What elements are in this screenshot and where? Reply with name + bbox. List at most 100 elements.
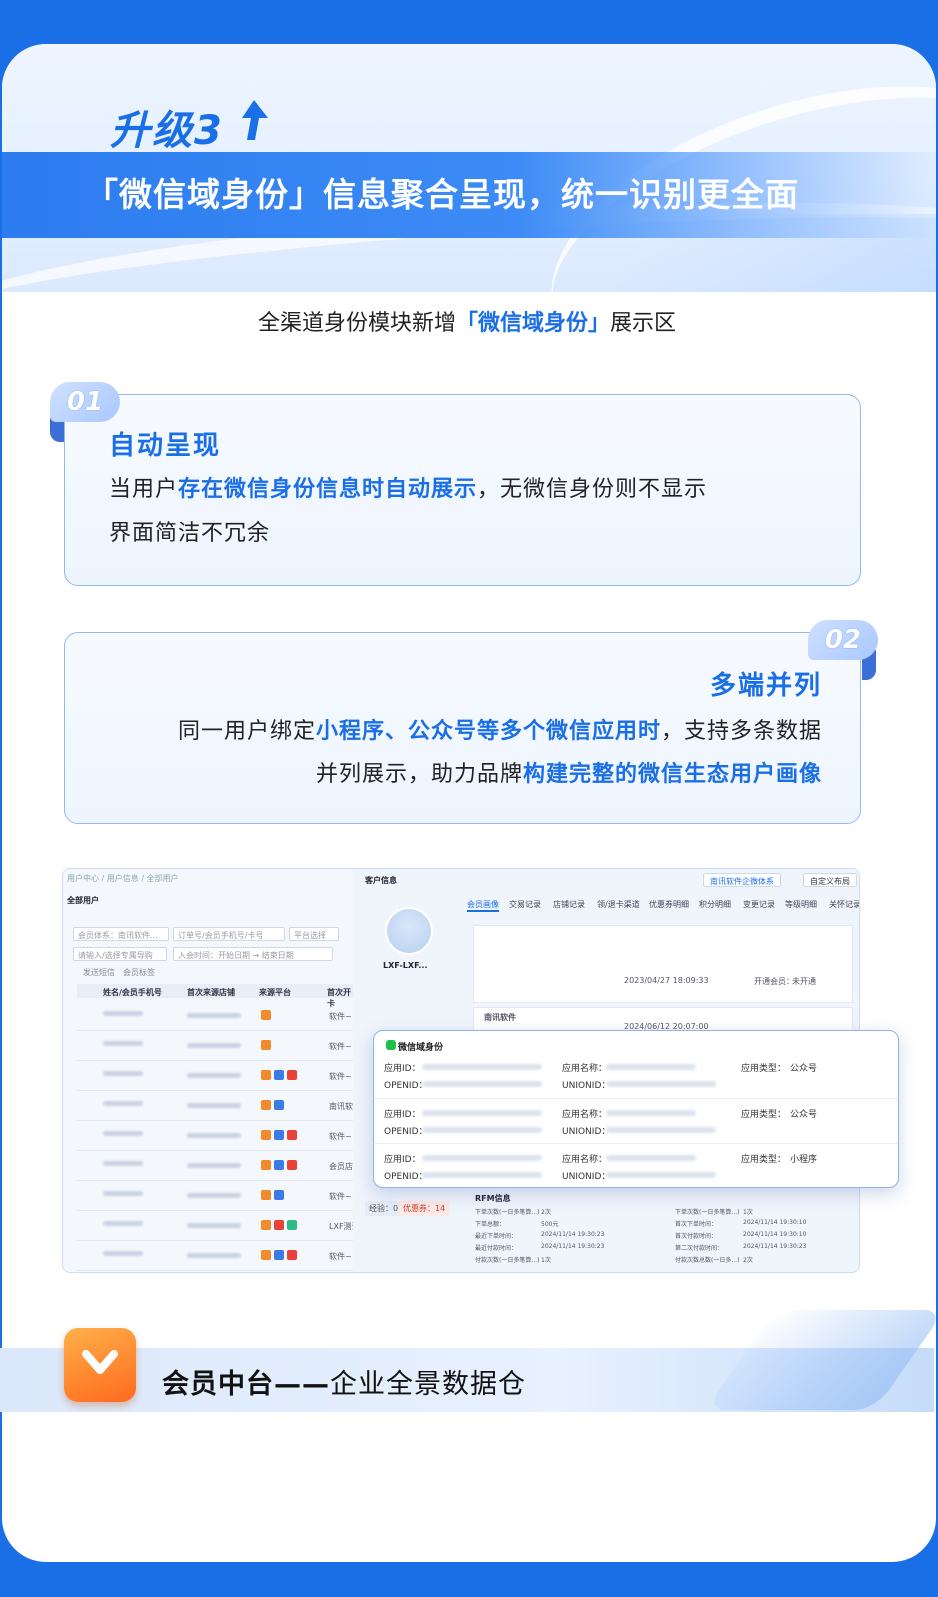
app-type-value: 公众号 xyxy=(790,1110,818,1120)
guide-select[interactable]: 请输入/选择专属导购 xyxy=(73,947,167,961)
feature-line: 界面简洁不冗余 xyxy=(109,521,271,546)
wechat-app-row: 应用ID： 应用名称： 应用类型： 公众号 OPENID： UNIONID： xyxy=(374,1053,898,1098)
send-sms-link[interactable]: 发送短信 xyxy=(83,967,115,978)
open-member-label: 开通会员： xyxy=(754,977,794,986)
wechat-app-row: 应用ID： 应用名称： 应用类型： 小程序 OPENID： UNIONID： xyxy=(374,1143,898,1188)
source-shop: 软件~ xyxy=(329,1012,352,1021)
rfm-label: 最近下单时间： xyxy=(475,1233,518,1240)
intro-highlight: 「微信域身份」 xyxy=(455,311,610,336)
source-shop: 会员店 xyxy=(329,1162,353,1171)
column-header: 姓名/会员手机号 xyxy=(103,988,162,997)
feature-number-badge: 01 xyxy=(50,382,120,422)
rfm-value: 2024/11/14 19:30:23 xyxy=(541,1231,605,1238)
rfm-label: 下单总额： xyxy=(475,1221,506,1228)
platform-icon xyxy=(261,1100,271,1110)
feature-box-auto: 自动呈现 当用户存在微信身份信息时自动展示，无微信身份则不显示 界面简洁不冗余 xyxy=(64,394,861,586)
org-switch-select[interactable]: 南讯软件企微体系 xyxy=(703,873,781,887)
open-member-value: 未开通 xyxy=(792,977,816,986)
table-row[interactable]: 南讯软件 xyxy=(77,1091,361,1121)
tab-changes[interactable]: 变更记录 xyxy=(743,899,775,910)
org-select[interactable]: 会员体系：南讯软件... xyxy=(73,927,169,941)
breadcrumb[interactable]: 用户中心 / 用户信息 / 全部用户 xyxy=(67,873,179,884)
platform-icon xyxy=(261,1010,271,1020)
platform-icon xyxy=(261,1190,271,1200)
page-title: 全部用户 xyxy=(67,896,99,905)
unionid-label: UNIONID： xyxy=(562,1127,611,1137)
tab-shops[interactable]: 店铺记录 xyxy=(553,899,585,910)
tab-points[interactable]: 积分明细 xyxy=(699,899,731,910)
table-row[interactable]: 会员店 xyxy=(77,1151,353,1181)
date-range-input[interactable]: 入会时间：开始日期 → 结束日期 xyxy=(173,947,333,961)
unionid-label: UNIONID： xyxy=(562,1172,611,1182)
tab-coupons[interactable]: 优惠券明细 xyxy=(649,899,689,910)
rfm-value: 2次 xyxy=(541,1209,551,1216)
openid-label: OPENID： xyxy=(384,1172,428,1182)
table-row[interactable]: 软件~ xyxy=(77,1001,353,1031)
platform-icon xyxy=(274,1220,284,1230)
platform-icon xyxy=(287,1250,297,1260)
rfm-value: 2024/11/14 19:30:10 xyxy=(743,1231,807,1238)
rfm-value: 2024/11/14 19:30:10 xyxy=(743,1219,807,1226)
coupon-badge: 优惠券：14 xyxy=(399,1201,450,1216)
rfm-value: 1次 xyxy=(541,1257,551,1264)
intro-text: 全渠道身份模块新增「微信域身份」展示区 xyxy=(257,311,677,336)
search-input[interactable]: 订单号/会员手机号/卡号 xyxy=(173,927,285,941)
custom-layout-button[interactable]: 自定义布局 xyxy=(803,873,857,887)
feature-line: 同一用户绑定小程序、公众号等多个微信应用时，支持多条数据 xyxy=(177,719,822,744)
platform-icon xyxy=(287,1070,297,1080)
source-shop: 软件~ xyxy=(329,1072,352,1081)
app-type-label: 应用类型： xyxy=(741,1064,787,1074)
customer-name: LXF-LXF... xyxy=(383,961,428,970)
rfm-title: RFM信息 xyxy=(475,1194,511,1203)
platform-icon xyxy=(261,1220,271,1230)
openid-label: OPENID： xyxy=(384,1127,428,1137)
platform-select[interactable]: 平台选择 xyxy=(289,927,339,941)
app-name-label: 应用名称： xyxy=(562,1064,608,1074)
tab-member-profile[interactable]: 会员画像 xyxy=(467,899,499,912)
platform-icon xyxy=(274,1100,284,1110)
shop-label: 南讯软件 xyxy=(484,1013,516,1022)
rfm-label: 首次付款时间： xyxy=(675,1233,718,1240)
feature-title: 多端并列 xyxy=(709,671,822,701)
rfm-value: 2次 xyxy=(743,1257,753,1264)
member-tag-link[interactable]: 会员标签 xyxy=(123,967,155,978)
table-row[interactable]: 软件~ xyxy=(77,1181,353,1211)
app-id-value xyxy=(422,1064,542,1070)
wechat-app-row: 应用ID： 应用名称： 应用类型： 公众号 OPENID： UNIONID： xyxy=(374,1098,898,1143)
app-id-label: 应用ID： xyxy=(384,1110,421,1120)
avatar xyxy=(385,907,433,955)
app-id-label: 应用ID： xyxy=(384,1155,421,1165)
platform-icon xyxy=(287,1160,297,1170)
panel-title: 客户信息 xyxy=(365,876,397,885)
footer-slogan: 会员中台——企业全景数据仓 xyxy=(162,1369,526,1400)
table-row[interactable]: 软件~ xyxy=(77,1121,353,1151)
tab-card-channel[interactable]: 领/退卡渠道 xyxy=(597,899,640,910)
platform-icon xyxy=(261,1070,271,1080)
feature-box-multi: 多端并列 同一用户绑定小程序、公众号等多个微信应用时，支持多条数据 并列展示，助… xyxy=(64,632,861,824)
rfm-label: 付款次数总数(一日多...) xyxy=(675,1257,740,1264)
platform-icon xyxy=(261,1130,271,1140)
rfm-label: 最近付款时间： xyxy=(475,1245,518,1252)
tab-care[interactable]: 关怀记录 xyxy=(829,899,859,910)
unionid-value xyxy=(606,1127,716,1133)
table-row[interactable]: LXF测试 xyxy=(77,1211,360,1241)
tab-trades[interactable]: 交易记录 xyxy=(509,899,541,910)
shop-block: 南讯软件 2024/06/12 20:07:00 xyxy=(473,1007,853,1031)
feature-line: 当用户存在微信身份信息时自动展示，无微信身份则不显示 xyxy=(109,477,708,502)
table-row[interactable]: 软件~ xyxy=(77,1031,353,1061)
app-id-value xyxy=(422,1110,542,1116)
wechat-panel-title: 微信域身份 xyxy=(386,1040,443,1053)
app-name-value xyxy=(606,1064,696,1070)
tab-levels[interactable]: 等级明细 xyxy=(785,899,817,910)
app-name-label: 应用名称： xyxy=(562,1110,608,1120)
platform-icon xyxy=(261,1040,271,1050)
table-row[interactable]: 软件~ xyxy=(77,1241,353,1271)
chevron-down-icon xyxy=(82,1350,118,1374)
app-name-value xyxy=(606,1155,696,1161)
column-header: 来源平台 xyxy=(259,988,291,997)
rfm-label: 下单次数(一日多笔算...) xyxy=(475,1209,540,1216)
rfm-label: 第二次付款时间： xyxy=(675,1245,724,1252)
table-row[interactable]: 软件~ xyxy=(77,1061,353,1091)
openid-value xyxy=(422,1081,542,1087)
unionid-label: UNIONID： xyxy=(562,1081,611,1091)
